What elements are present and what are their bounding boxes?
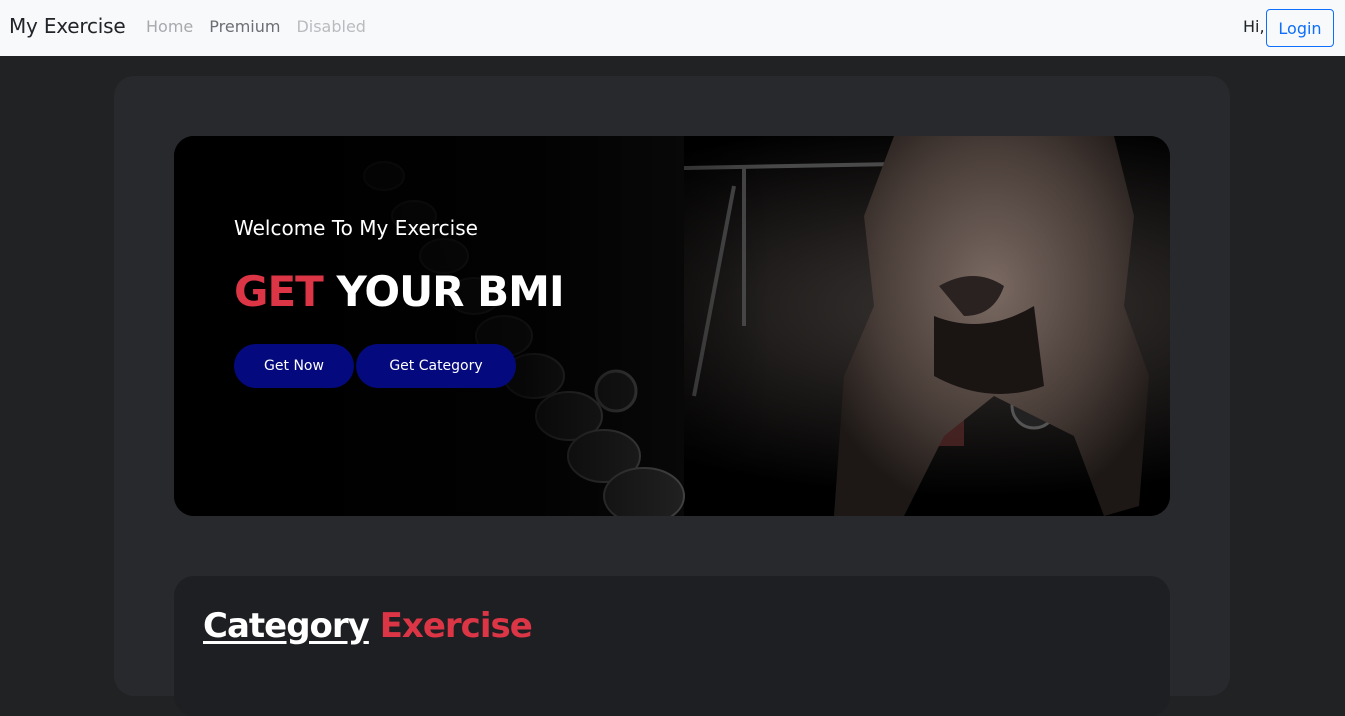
category-heading-main: Category <box>203 606 370 646</box>
main-container: Welcome To My Exercise GET YOUR BMI Get … <box>114 76 1230 716</box>
hero-title-main: YOUR BMI <box>336 267 564 316</box>
login-button[interactable]: Login <box>1266 9 1334 47</box>
hero-banner: Welcome To My Exercise GET YOUR BMI Get … <box>174 136 1170 516</box>
nav-home-link[interactable]: Home <box>146 17 193 36</box>
nav-disabled-link: Disabled <box>296 17 366 36</box>
hero-title: GET YOUR BMI <box>234 267 565 316</box>
navbar: My Exercise Home Premium Disabled Hi, Lo… <box>0 0 1345 56</box>
brand-link[interactable]: My Exercise <box>9 14 126 38</box>
nav-links: Home Premium Disabled <box>146 17 382 36</box>
hero-buttons: Get Now Get Category <box>234 344 516 388</box>
get-category-button[interactable]: Get Category <box>356 344 516 388</box>
category-heading: Category Exercise <box>203 606 533 646</box>
welcome-text: Welcome To My Exercise <box>234 216 478 240</box>
gym-background-image <box>174 136 1170 516</box>
greeting-text: Hi, <box>1243 17 1265 36</box>
hero-title-accent: GET <box>234 267 324 316</box>
nav-premium-link[interactable]: Premium <box>209 17 280 36</box>
get-now-button[interactable]: Get Now <box>234 344 354 388</box>
category-section: Category Exercise <box>174 576 1170 716</box>
category-heading-accent: Exercise <box>379 606 533 646</box>
